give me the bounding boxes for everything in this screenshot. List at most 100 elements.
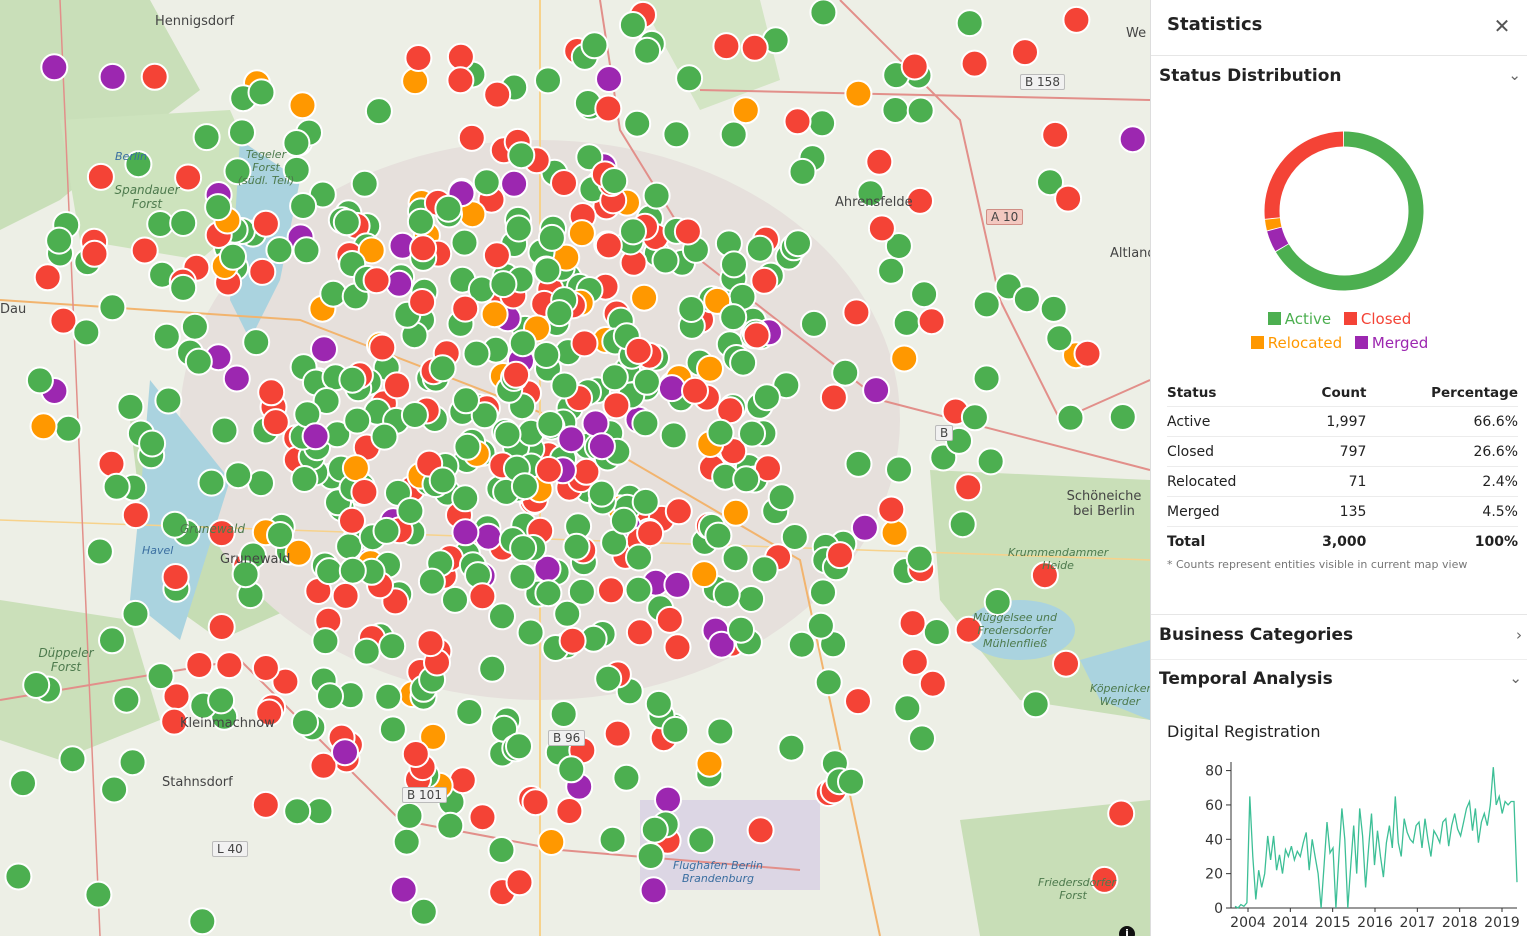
map-marker[interactable] bbox=[416, 629, 445, 658]
map-marker[interactable] bbox=[483, 80, 512, 109]
map-marker[interactable] bbox=[557, 425, 586, 454]
map-marker[interactable] bbox=[712, 32, 741, 61]
map-marker[interactable] bbox=[434, 194, 463, 223]
map-marker[interactable] bbox=[292, 236, 321, 265]
map-view[interactable]: Hennigsdorf Spandauer Forst Tegeler Fors… bbox=[0, 0, 1150, 936]
map-marker[interactable] bbox=[673, 217, 702, 246]
map-marker[interactable] bbox=[663, 570, 692, 599]
map-marker[interactable] bbox=[594, 94, 623, 123]
map-marker[interactable] bbox=[1073, 339, 1102, 368]
map-marker[interactable] bbox=[86, 162, 115, 191]
map-marker[interactable] bbox=[594, 664, 623, 693]
map-marker[interactable] bbox=[338, 556, 367, 585]
map-marker[interactable] bbox=[767, 483, 796, 512]
map-marker[interactable] bbox=[740, 33, 769, 62]
map-marker[interactable] bbox=[972, 364, 1001, 393]
map-marker[interactable] bbox=[890, 344, 919, 373]
map-marker[interactable] bbox=[644, 689, 673, 718]
map-marker[interactable] bbox=[844, 449, 873, 478]
map-marker[interactable] bbox=[1118, 125, 1147, 154]
map-marker[interactable] bbox=[215, 651, 244, 680]
map-marker[interactable] bbox=[600, 167, 629, 195]
map-marker[interactable] bbox=[207, 613, 236, 641]
map-marker[interactable] bbox=[881, 96, 910, 124]
map-marker[interactable] bbox=[706, 717, 735, 746]
map-marker[interactable] bbox=[408, 288, 437, 316]
map-marker[interactable] bbox=[842, 298, 871, 327]
map-marker[interactable] bbox=[900, 52, 929, 81]
map-marker[interactable] bbox=[625, 543, 653, 572]
map-marker[interactable] bbox=[224, 461, 253, 490]
map-marker[interactable] bbox=[844, 687, 872, 716]
map-marker[interactable] bbox=[659, 421, 688, 450]
map-marker[interactable] bbox=[1054, 184, 1083, 213]
map-marker[interactable] bbox=[364, 97, 393, 126]
map-marker[interactable] bbox=[642, 181, 671, 210]
map-marker[interactable] bbox=[955, 9, 984, 38]
map-marker[interactable] bbox=[1107, 799, 1136, 828]
map-marker[interactable] bbox=[266, 521, 294, 549]
map-marker[interactable] bbox=[85, 537, 114, 566]
map-marker[interactable] bbox=[509, 534, 538, 563]
map-marker[interactable] bbox=[562, 532, 591, 561]
map-marker[interactable] bbox=[630, 283, 659, 312]
map-marker[interactable] bbox=[600, 363, 629, 392]
map-marker[interactable] bbox=[521, 788, 550, 817]
map-marker[interactable] bbox=[690, 560, 719, 589]
map-marker[interactable] bbox=[97, 449, 126, 478]
map-marker[interactable] bbox=[657, 374, 686, 403]
map-marker[interactable] bbox=[210, 416, 239, 445]
map-marker[interactable] bbox=[1056, 403, 1085, 432]
legend-item-closed[interactable]: Closed bbox=[1343, 310, 1411, 328]
map-marker[interactable] bbox=[146, 662, 175, 691]
map-marker[interactable] bbox=[154, 386, 183, 415]
map-marker[interactable] bbox=[603, 719, 632, 748]
map-marker[interactable] bbox=[587, 432, 616, 461]
map-marker[interactable] bbox=[462, 339, 491, 368]
map-marker[interactable] bbox=[33, 263, 62, 292]
map-marker[interactable] bbox=[370, 422, 399, 451]
map-marker[interactable] bbox=[457, 123, 486, 152]
map-marker[interactable] bbox=[40, 53, 69, 82]
info-icon[interactable]: i bbox=[1119, 926, 1135, 936]
map-marker[interactable] bbox=[315, 557, 344, 586]
map-marker[interactable] bbox=[948, 510, 977, 539]
map-marker[interactable] bbox=[516, 618, 545, 647]
map-marker[interactable] bbox=[489, 270, 518, 299]
map-marker[interactable] bbox=[750, 555, 779, 584]
map-marker[interactable] bbox=[729, 348, 758, 377]
map-marker[interactable] bbox=[618, 11, 647, 39]
map-marker[interactable] bbox=[532, 341, 561, 369]
map-marker[interactable] bbox=[727, 615, 755, 644]
map-marker[interactable] bbox=[401, 67, 430, 96]
map-marker[interactable] bbox=[865, 147, 894, 176]
map-marker[interactable] bbox=[401, 740, 430, 768]
map-marker[interactable] bbox=[406, 207, 435, 236]
map-marker[interactable] bbox=[331, 581, 360, 610]
map-marker[interactable] bbox=[372, 516, 401, 545]
map-marker[interactable] bbox=[362, 266, 391, 295]
map-marker[interactable] bbox=[184, 347, 213, 376]
map-marker[interactable] bbox=[84, 880, 113, 909]
map-marker[interactable] bbox=[719, 120, 748, 149]
map-marker[interactable] bbox=[640, 815, 669, 844]
map-marker[interactable] bbox=[290, 465, 319, 493]
map-marker[interactable] bbox=[550, 371, 579, 400]
map-marker[interactable] bbox=[451, 518, 480, 547]
map-marker[interactable] bbox=[374, 682, 403, 711]
map-marker[interactable] bbox=[508, 329, 537, 358]
map-marker[interactable] bbox=[404, 44, 433, 72]
map-marker[interactable] bbox=[623, 109, 652, 138]
map-marker[interactable] bbox=[152, 322, 181, 351]
map-marker[interactable] bbox=[555, 797, 584, 825]
map-marker[interactable] bbox=[732, 465, 761, 494]
map-marker[interactable] bbox=[72, 318, 101, 347]
map-marker[interactable] bbox=[877, 495, 906, 524]
map-marker[interactable] bbox=[378, 632, 407, 661]
map-marker[interactable] bbox=[1045, 324, 1074, 353]
map-marker[interactable] bbox=[721, 544, 750, 573]
map-marker[interactable] bbox=[624, 575, 653, 604]
map-marker[interactable] bbox=[500, 169, 529, 198]
close-icon[interactable]: ✕ bbox=[1491, 14, 1513, 38]
map-marker[interactable] bbox=[550, 169, 578, 197]
